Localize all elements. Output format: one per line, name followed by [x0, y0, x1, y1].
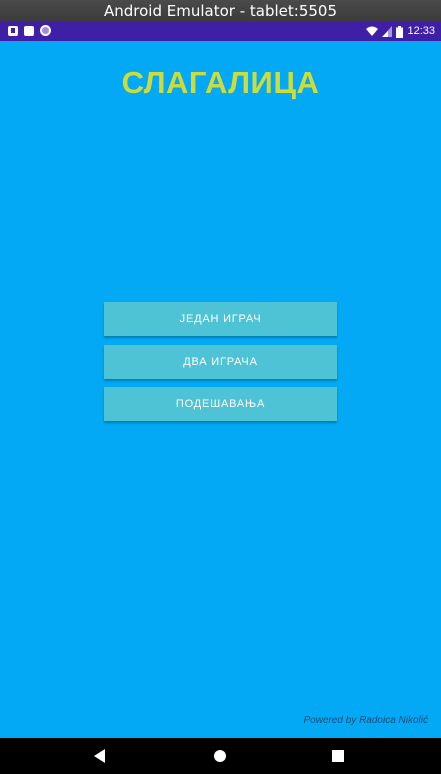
- status-left-icons: [8, 25, 51, 36]
- wifi-icon: [366, 26, 379, 36]
- app-screen: СЛАГАЛИЦА ЈЕДАН ИГРАЧ ДВА ИГРАЧА ПОДЕШАВ…: [0, 41, 441, 738]
- emulator-window: Android Emulator - tablet:5505 12:33 СЛА…: [0, 0, 441, 774]
- window-title: Android Emulator - tablet:5505: [104, 2, 337, 20]
- record-icon: [40, 25, 51, 36]
- status-right-icons: 12:33: [366, 24, 435, 39]
- settings-button[interactable]: ПОДЕШАВАЊА: [104, 387, 337, 421]
- two-players-button[interactable]: ДВА ИГРАЧА: [104, 345, 337, 379]
- navigation-bar: [0, 738, 441, 774]
- powered-by-footer: Powered by Radoica Nikolić: [303, 715, 428, 726]
- signal-icon: [382, 26, 393, 37]
- app-title: СЛАГАЛИЦА: [121, 65, 320, 100]
- sd-card-icon: [24, 25, 34, 36]
- status-bar: 12:33: [0, 22, 441, 41]
- recents-button[interactable]: [328, 746, 348, 766]
- home-button[interactable]: [210, 746, 230, 766]
- window-title-bar: Android Emulator - tablet:5505: [0, 0, 441, 22]
- back-icon: [94, 749, 105, 763]
- status-time: 12:33: [407, 25, 435, 37]
- home-icon: [214, 750, 226, 762]
- single-player-button[interactable]: ЈЕДАН ИГРАЧ: [104, 302, 337, 336]
- back-button[interactable]: [90, 746, 110, 766]
- recents-icon: [332, 750, 344, 762]
- a-notification-icon: [8, 25, 18, 36]
- battery-icon: [396, 25, 404, 38]
